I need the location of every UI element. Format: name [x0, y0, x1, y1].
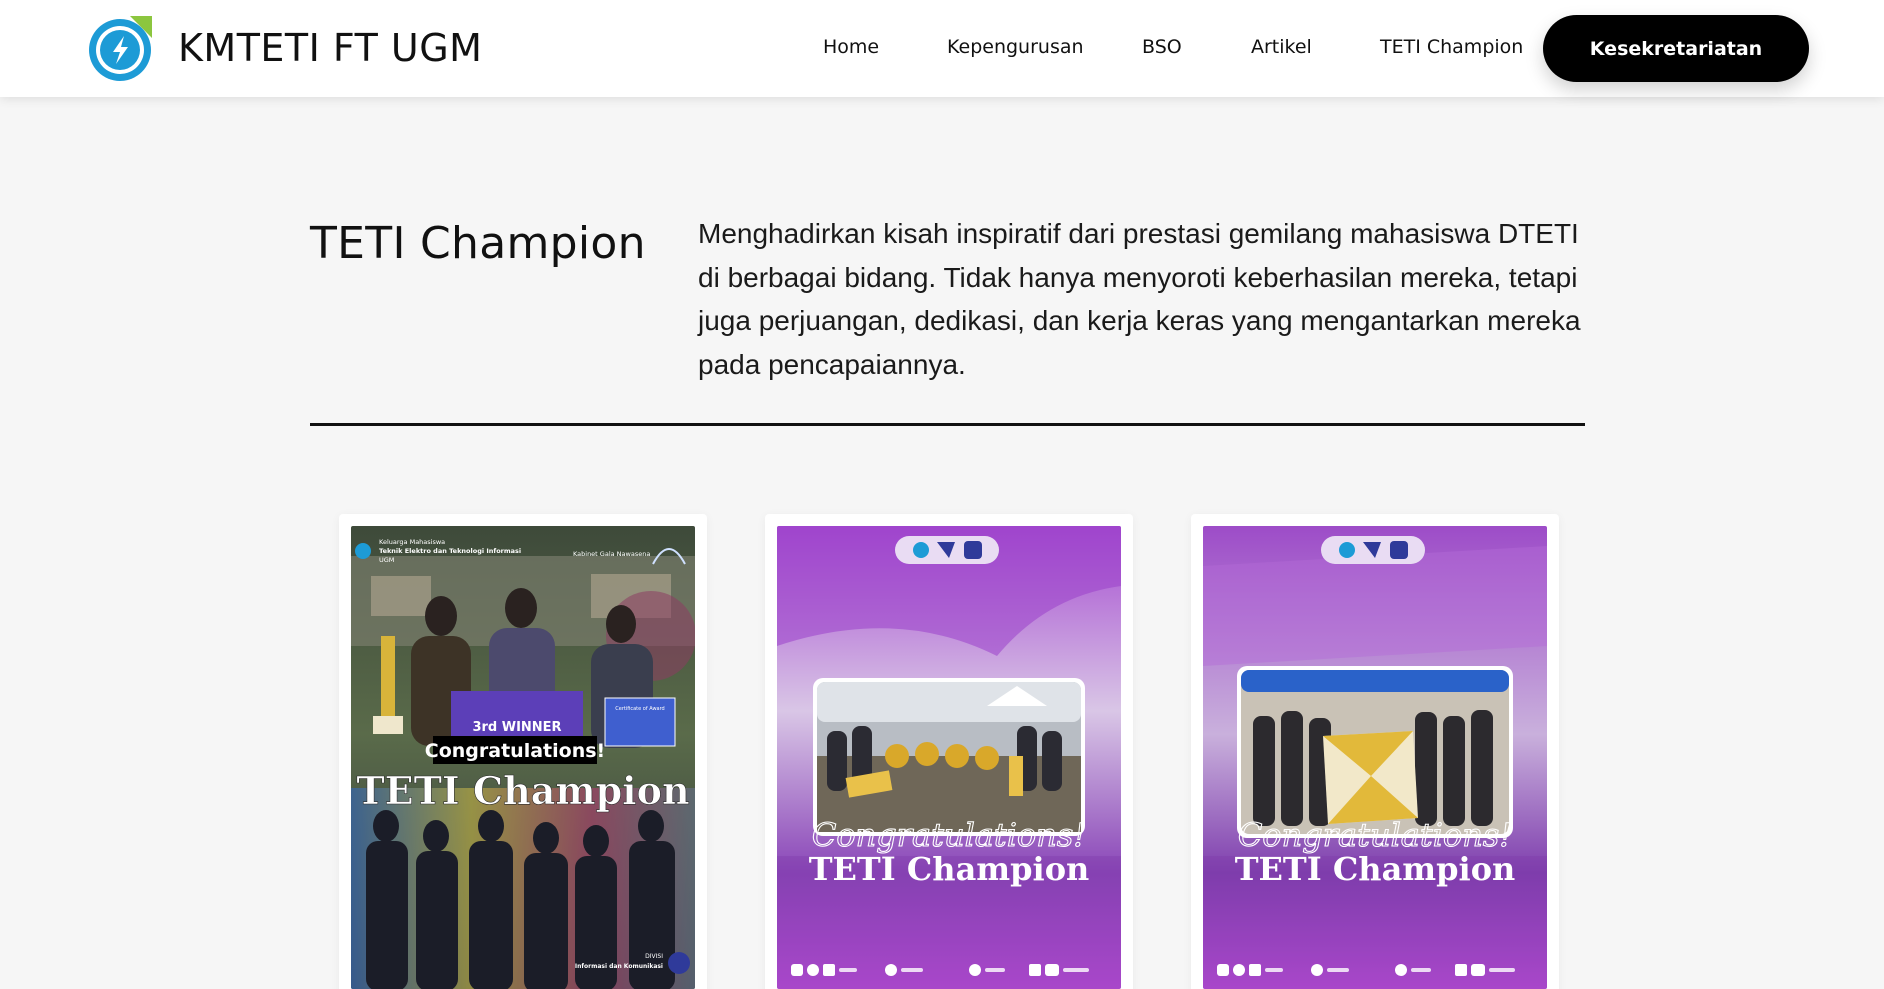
infokom-logo-icon — [964, 541, 982, 559]
champion-poster: 3rd WINNER Certificate of Award Keluarga… — [351, 526, 695, 989]
section-divider — [310, 423, 1585, 426]
division-line1: DIVISI — [645, 953, 663, 960]
kmteti-logo-icon — [913, 542, 929, 558]
twitter-icon — [1233, 964, 1245, 976]
kmteti-logo-icon — [355, 543, 371, 559]
page-description: Menghadirkan kisah inspiratif dari prest… — [698, 218, 1581, 380]
org-line3: UGM — [379, 556, 394, 564]
youtube-icon — [1045, 964, 1059, 976]
poster-title: TETI Champion — [809, 850, 1090, 888]
division-line2: Informasi dan Komunikasi — [575, 963, 663, 970]
site-header: KMTETI FT UGM Home Kepengurusan BSO Arti… — [0, 0, 1884, 97]
tiktok-icon — [823, 964, 835, 976]
infokom-logo-icon — [668, 952, 690, 974]
youtube-icon — [1471, 964, 1485, 976]
poster-title: TETI Champion — [1235, 850, 1516, 888]
instagram-icon — [791, 964, 803, 976]
line-icon — [969, 964, 981, 976]
instagram-icon — [1217, 964, 1229, 976]
org-line1: Keluarga Mahasiswa — [379, 538, 445, 546]
congrats-text: Congratulations! — [425, 740, 605, 762]
nav-home[interactable]: Home — [823, 36, 879, 58]
line-icon — [1395, 964, 1407, 976]
infokom-logo-icon — [1390, 541, 1408, 559]
nav-kepengurusan[interactable]: Kepengurusan — [947, 36, 1084, 58]
champion-poster: Congratulations! TETI Champion — [777, 526, 1121, 989]
cabinet-text: Kabinet Gala Nawasena — [573, 550, 650, 558]
org-line2: Teknik Elektro dan Teknologi Informasi — [379, 547, 521, 555]
champion-poster: Congratulations! TETI Champion — [1203, 526, 1547, 989]
linkedin-icon — [1029, 964, 1041, 976]
certificate-text: Certificate of Award — [615, 706, 664, 712]
tiktok-icon — [1249, 964, 1261, 976]
congrats-text: Congratulations! — [1238, 816, 1512, 854]
twitter-icon — [807, 964, 819, 976]
kesekretariatan-button[interactable]: Kesekretariatan — [1543, 15, 1809, 82]
nav-bso[interactable]: BSO — [1142, 36, 1182, 58]
linkedin-icon — [1455, 964, 1467, 976]
nav-artikel[interactable]: Artikel — [1251, 36, 1312, 58]
champion-card[interactable]: Congratulations! TETI Champion — [765, 514, 1133, 989]
champion-card[interactable]: 3rd WINNER Certificate of Award Keluarga… — [339, 514, 707, 989]
winner-text: 3rd WINNER — [472, 720, 561, 735]
kmteti-logo-icon — [1339, 542, 1355, 558]
congrats-text: Congratulations! — [812, 816, 1086, 854]
web-icon — [885, 964, 897, 976]
poster-title: TETI Champion — [356, 768, 689, 813]
page-title: TETI Champion — [310, 218, 646, 269]
web-icon — [1311, 964, 1323, 976]
champion-card[interactable]: Congratulations! TETI Champion — [1191, 514, 1559, 989]
nav-teti-champion[interactable]: TETI Champion — [1380, 36, 1523, 58]
